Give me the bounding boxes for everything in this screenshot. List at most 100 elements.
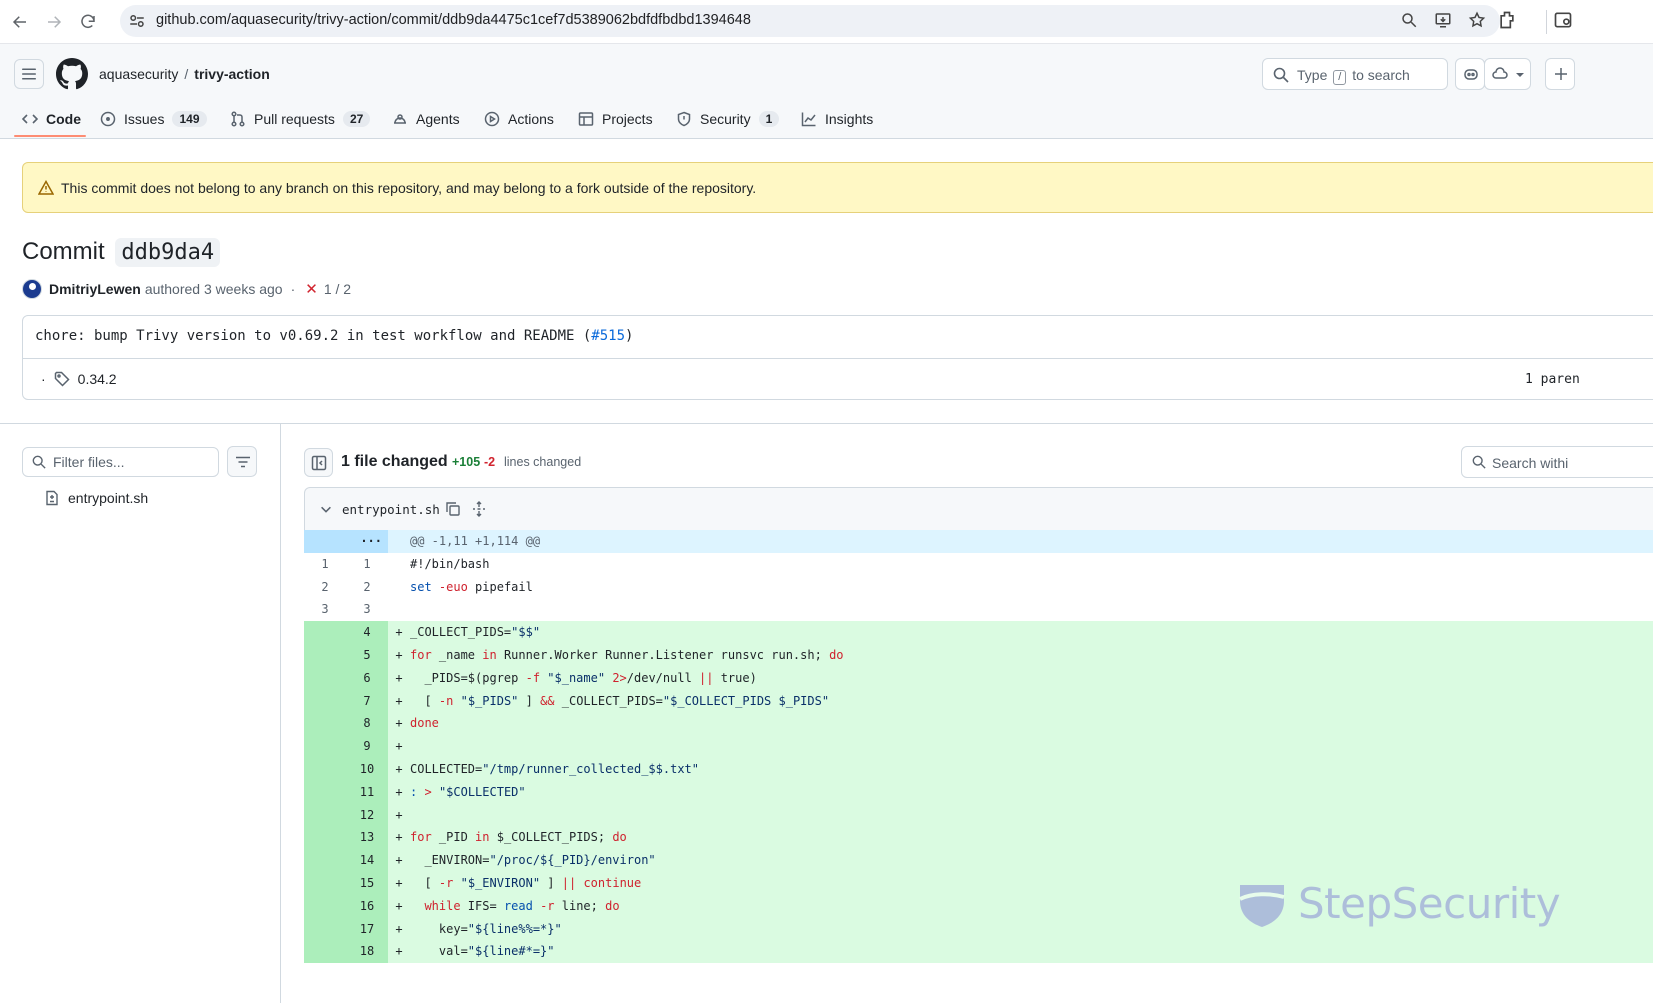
old-line-number[interactable]: [304, 849, 346, 872]
tab-agents[interactable]: Agents: [392, 98, 460, 139]
tab-code[interactable]: Code: [22, 98, 81, 139]
back-icon[interactable]: [8, 10, 32, 34]
toggle-file-tree-button[interactable]: [304, 448, 333, 477]
old-line-number[interactable]: 2: [304, 575, 346, 599]
expand-all-icon[interactable]: [471, 501, 487, 517]
browser-toolbar: github.com/aquasecurity/trivy-action/com…: [0, 0, 1653, 44]
old-line-number[interactable]: [304, 757, 346, 781]
tab-actions[interactable]: Actions: [484, 98, 554, 139]
new-line-number[interactable]: 10: [346, 757, 388, 781]
plus-icon: [1555, 68, 1567, 80]
search-within-code-input[interactable]: Search withi: [1461, 446, 1653, 478]
tag-row: · 0.34.2: [41, 371, 117, 387]
expand-hunk-button[interactable]: ···: [304, 530, 388, 553]
copilot-button[interactable]: [1455, 58, 1485, 90]
new-line-number[interactable]: 12: [346, 803, 388, 827]
tag-separator: ·: [41, 371, 46, 387]
new-line-number[interactable]: 2: [346, 575, 388, 599]
pull-request-icon: [231, 110, 245, 127]
new-line-number[interactable]: 15: [346, 871, 388, 895]
create-new-dropdown[interactable]: [1484, 58, 1531, 90]
tag-link[interactable]: 0.34.2: [78, 371, 117, 387]
old-line-number[interactable]: [304, 643, 346, 667]
old-line-number[interactable]: 3: [304, 598, 346, 622]
copy-icon[interactable]: [445, 501, 461, 517]
new-line-number[interactable]: 8: [346, 712, 388, 736]
install-app-icon[interactable]: [1434, 11, 1454, 31]
old-line-number[interactable]: [304, 621, 346, 644]
menu-button[interactable]: [14, 59, 44, 89]
new-line-number[interactable]: 16: [346, 894, 388, 918]
new-line-number[interactable]: 13: [346, 826, 388, 850]
file-name-link[interactable]: entrypoint.sh: [342, 502, 440, 517]
zoom-icon[interactable]: [1400, 11, 1420, 31]
old-line-number[interactable]: [304, 689, 346, 713]
code-icon: [22, 113, 38, 124]
chevron-down-icon[interactable]: [319, 502, 333, 516]
extensions-icon[interactable]: [1497, 10, 1517, 33]
bookmark-star-icon[interactable]: [1468, 11, 1488, 31]
new-line-number[interactable]: 5: [346, 643, 388, 667]
filter-files-input[interactable]: [53, 452, 213, 472]
diff-sign: +: [395, 853, 403, 868]
url-text[interactable]: github.com/aquasecurity/trivy-action/com…: [156, 12, 751, 28]
added-line-row: 14 + _ENVIRON="/proc/${_PID}/environ": [304, 849, 1653, 872]
section-divider: [0, 423, 1653, 424]
new-line-number[interactable]: 18: [346, 940, 388, 964]
new-line-number[interactable]: 3: [346, 598, 388, 622]
reload-icon[interactable]: [76, 10, 100, 34]
repo-name-link[interactable]: trivy-action: [194, 66, 269, 82]
stepsecurity-watermark: StepSecurity: [1236, 877, 1561, 929]
old-line-number[interactable]: [304, 917, 346, 941]
tab-insights[interactable]: Insights: [801, 98, 873, 139]
diff-sign: +: [395, 647, 403, 662]
author-link[interactable]: DmitriyLewen: [49, 281, 141, 297]
old-line-number[interactable]: 1: [304, 552, 346, 576]
tab-label: Agents: [416, 110, 460, 127]
diff-sign: [388, 598, 410, 621]
old-line-number[interactable]: [304, 735, 346, 758]
old-line-number[interactable]: [304, 826, 346, 850]
filter-options-button[interactable]: [227, 446, 257, 477]
tab-security[interactable]: Security 1: [676, 98, 780, 139]
old-line-number[interactable]: [304, 780, 346, 804]
pull-request-link[interactable]: #515: [591, 328, 625, 344]
address-bar[interactable]: github.com/aquasecurity/trivy-action/com…: [120, 5, 1500, 37]
separator-dot: ·: [290, 281, 296, 297]
new-line-number[interactable]: 4: [346, 621, 388, 644]
agents-icon: [394, 113, 406, 124]
tab-label: Pull requests: [254, 110, 335, 127]
diff-sign: +: [395, 830, 403, 845]
tab-label: Projects: [602, 110, 653, 127]
new-line-number[interactable]: 14: [346, 849, 388, 872]
checks-status[interactable]: 1 / 2: [324, 281, 351, 297]
github-logo-icon[interactable]: [56, 58, 88, 90]
new-line-number[interactable]: 7: [346, 689, 388, 713]
side-panel-icon[interactable]: [1553, 10, 1573, 33]
forward-icon[interactable]: [42, 10, 66, 34]
tab-pull-requests[interactable]: Pull requests 27: [230, 98, 371, 139]
old-line-number[interactable]: [304, 871, 346, 895]
repo-owner-link[interactable]: aquasecurity: [99, 66, 178, 82]
old-line-number[interactable]: [304, 712, 346, 736]
tab-projects[interactable]: Projects: [578, 98, 653, 139]
old-line-number[interactable]: [304, 940, 346, 964]
failed-status-icon[interactable]: ✕: [305, 280, 318, 298]
plus-button[interactable]: [1545, 58, 1575, 90]
old-line-number[interactable]: [304, 803, 346, 827]
new-line-number[interactable]: 11: [346, 780, 388, 804]
tab-issues[interactable]: Issues 149: [100, 98, 207, 139]
new-line-number[interactable]: 9: [346, 735, 388, 758]
global-search-input[interactable]: Type / to search: [1262, 58, 1448, 90]
table-icon: [578, 111, 594, 126]
filter-files-field[interactable]: [22, 447, 219, 477]
new-line-number[interactable]: 6: [346, 666, 388, 690]
new-line-number[interactable]: 17: [346, 917, 388, 941]
old-line-number[interactable]: [304, 666, 346, 690]
file-tree-item[interactable]: entrypoint.sh: [44, 490, 148, 506]
avatar[interactable]: [22, 279, 42, 299]
site-settings-icon[interactable]: [128, 12, 146, 30]
old-line-number[interactable]: [304, 894, 346, 918]
toolbar-divider: [1546, 10, 1547, 34]
new-line-number[interactable]: 1: [346, 552, 388, 576]
